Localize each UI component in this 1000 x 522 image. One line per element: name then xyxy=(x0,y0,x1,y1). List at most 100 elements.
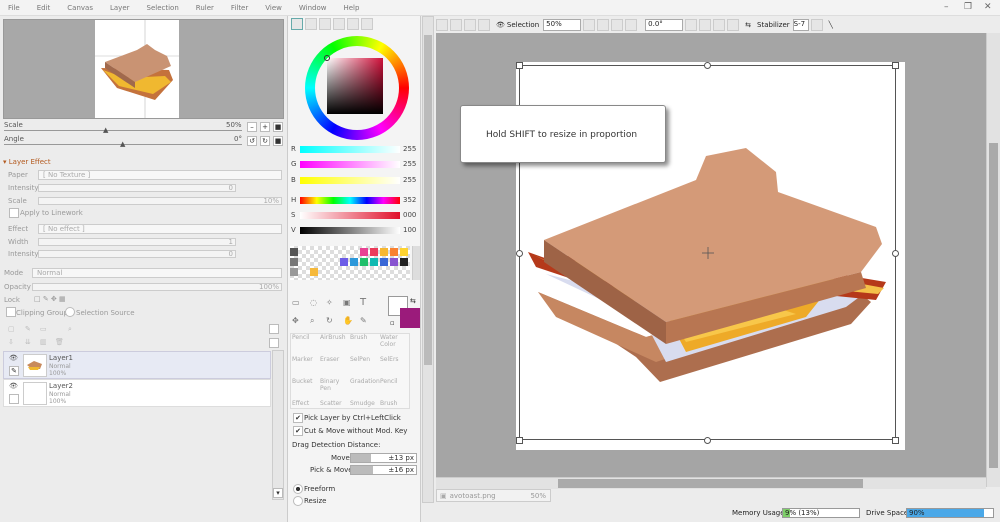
resize-handle-bottom-right[interactable] xyxy=(892,437,899,444)
swatches-tab[interactable] xyxy=(347,18,359,30)
brush-eraser[interactable]: Eraser xyxy=(320,356,339,363)
zoom-dropdown[interactable] xyxy=(583,19,596,31)
menu-view[interactable]: View xyxy=(265,4,282,12)
blend-mode-select[interactable]: Normal xyxy=(32,268,282,278)
g-value[interactable]: 255 xyxy=(403,160,416,168)
resize-handle-bottom[interactable] xyxy=(704,437,711,444)
zoom-out-button[interactable]: – xyxy=(247,122,257,132)
stabilizer-dropdown[interactable] xyxy=(810,19,823,31)
resize-handle-bottom-left[interactable] xyxy=(516,437,523,444)
swatch[interactable] xyxy=(380,258,388,266)
brush-pencil-2[interactable]: Pencil xyxy=(380,378,398,385)
hand-tool-icon[interactable]: ✋ xyxy=(343,316,353,325)
brush-gradation[interactable]: Gradation xyxy=(350,378,380,385)
brush-selers[interactable]: SelErs xyxy=(380,356,399,363)
zoom-in-button[interactable]: + xyxy=(260,122,270,132)
resize-handle-top-left[interactable] xyxy=(516,62,523,69)
b-slider[interactable] xyxy=(300,177,400,184)
transfer-down-icon[interactable]: ⇩ xyxy=(8,338,14,346)
merge-down-icon[interactable]: ⇊ xyxy=(25,338,31,346)
swatch[interactable] xyxy=(370,258,378,266)
pick-layer-checkbox[interactable]: ✔ xyxy=(293,413,303,423)
layer-scrollbar[interactable] xyxy=(272,350,284,500)
new-folder-icon[interactable]: ▭ xyxy=(40,325,47,333)
swatch[interactable] xyxy=(350,258,358,266)
resize-handle-top-right[interactable] xyxy=(892,62,899,69)
zoom-out-toolbar-button[interactable] xyxy=(597,19,610,31)
menu-window[interactable]: Window xyxy=(299,4,327,12)
minimize-icon[interactable]: – xyxy=(944,2,949,12)
texture-scale-slider[interactable]: 10% xyxy=(38,197,282,205)
h-slider[interactable] xyxy=(300,197,400,204)
clear-layer-icon[interactable]: ▥ xyxy=(40,338,47,346)
swatch[interactable] xyxy=(360,248,368,256)
brush-effect[interactable]: Effect xyxy=(292,400,309,407)
brush-brush[interactable]: Brush xyxy=(350,334,367,341)
rotation-select[interactable]: 0.0° xyxy=(645,19,684,31)
intensity-slider[interactable]: 0 xyxy=(38,184,236,192)
brush-selpen[interactable]: SelPen xyxy=(350,356,370,363)
visibility-eye-icon[interactable]: 👁 xyxy=(9,354,18,362)
brush-marker[interactable]: Marker xyxy=(292,356,313,363)
flip-icon[interactable]: ⇆ xyxy=(745,21,751,29)
menu-layer[interactable]: Layer xyxy=(110,4,130,12)
select-tool-icon[interactable]: ▭ xyxy=(292,298,300,307)
layer-effect-header[interactable]: ▾ Layer Effect xyxy=(3,158,51,166)
zoom-in-toolbar-button[interactable] xyxy=(611,19,624,31)
menu-filter[interactable]: Filter xyxy=(231,4,248,12)
scale-slider[interactable] xyxy=(4,130,242,131)
rotate-ccw-button[interactable] xyxy=(699,19,712,31)
swatch[interactable] xyxy=(340,258,348,266)
scale-slider-thumb[interactable]: ▲ xyxy=(103,126,108,134)
lasso-tool-icon[interactable]: ◌ xyxy=(310,298,317,307)
brush-bucket[interactable]: Bucket xyxy=(292,378,313,385)
resize-handle-left[interactable] xyxy=(516,250,523,257)
zoom-reset-button[interactable]: ■ xyxy=(273,122,283,132)
v-slider[interactable] xyxy=(300,227,400,234)
s-value[interactable]: 000 xyxy=(403,211,416,219)
s-slider[interactable] xyxy=(300,212,400,219)
background-color[interactable] xyxy=(400,308,420,328)
eyedropper-icon[interactable]: ✎ xyxy=(360,316,367,325)
effect-select[interactable]: [ No effect ] xyxy=(38,224,282,234)
magic-wand-icon[interactable]: ✧ xyxy=(326,298,333,307)
brush-smudge[interactable]: Smudge xyxy=(350,400,375,407)
zoom-tool-icon[interactable]: ⌕ xyxy=(310,316,314,326)
b-value[interactable]: 255 xyxy=(403,176,416,184)
tool-panel-scrollbar[interactable] xyxy=(422,16,434,503)
brush-scatter[interactable]: Scatter xyxy=(320,400,342,407)
edit-pen-icon[interactable] xyxy=(9,394,19,404)
pick-move-distance-slider[interactable]: ±16 px xyxy=(350,465,417,475)
rotate-reset-button[interactable]: ■ xyxy=(273,136,283,146)
search-icon[interactable]: ⌕ xyxy=(68,325,72,334)
rotate-left-button[interactable]: ↺ xyxy=(247,136,257,146)
rotate-reset-toolbar-button[interactable] xyxy=(727,19,740,31)
angle-slider-thumb[interactable]: ▲ xyxy=(120,140,125,148)
swatch[interactable] xyxy=(390,248,398,256)
hsv-slider-tab[interactable] xyxy=(319,18,331,30)
brush-pencil[interactable]: Pencil xyxy=(292,334,310,341)
move-distance-slider[interactable]: ±13 px xyxy=(350,453,417,463)
brush-watercolor[interactable]: Water Color xyxy=(380,334,406,348)
apply-linework-checkbox[interactable] xyxy=(9,208,19,218)
rotation-dropdown[interactable] xyxy=(685,19,698,31)
swatch[interactable] xyxy=(390,258,398,266)
select-all-button[interactable] xyxy=(436,19,448,31)
menu-ruler[interactable]: Ruler xyxy=(196,4,214,12)
swatch[interactable] xyxy=(290,268,298,276)
pen-pressure-icon[interactable]: ╲ xyxy=(829,21,833,29)
edit-pen-icon[interactable]: ✎ xyxy=(9,366,19,376)
layer-panel-close-button[interactable] xyxy=(269,338,279,348)
move-layer-icon[interactable]: ▣ xyxy=(343,298,351,307)
resize-handle-right[interactable] xyxy=(892,250,899,257)
layer-row-layer2[interactable]: 👁 Layer2 Normal 100% xyxy=(3,379,271,407)
move-tool-icon[interactable]: ✥ xyxy=(292,316,299,325)
scratchpad-tab[interactable] xyxy=(361,18,373,30)
g-slider[interactable] xyxy=(300,161,400,168)
swatch[interactable] xyxy=(370,248,378,256)
rgb-slider-tab[interactable] xyxy=(305,18,317,30)
swatch-scrollbar[interactable] xyxy=(412,246,420,280)
r-value[interactable]: 255 xyxy=(403,145,416,153)
new-layer-icon[interactable]: ▢ xyxy=(8,325,15,333)
brush-binary-pen[interactable]: Binary Pen xyxy=(320,378,342,392)
